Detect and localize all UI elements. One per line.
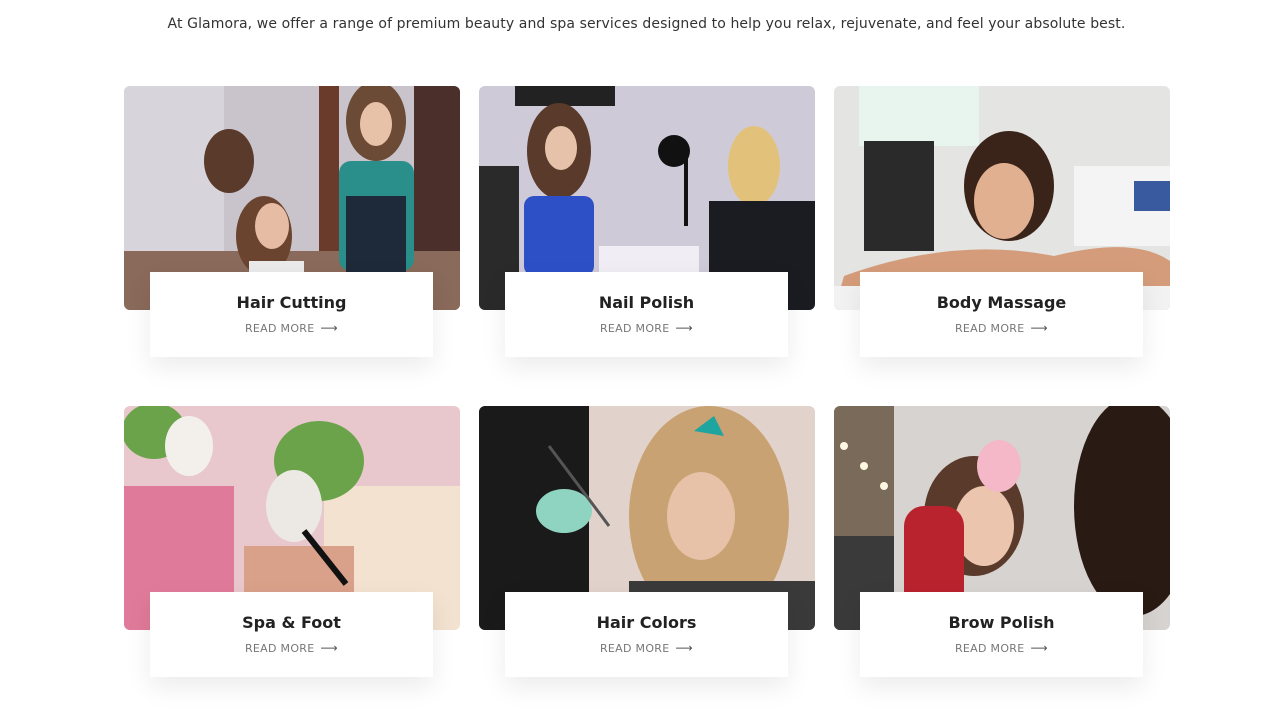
read-more-link[interactable]: READ MORE ⟶: [955, 641, 1048, 655]
read-more-link[interactable]: READ MORE ⟶: [600, 641, 693, 655]
service-title: Body Massage: [936, 293, 1067, 312]
service-card-nail-polish: Nail Polish READ MORE ⟶: [479, 86, 815, 358]
read-more-label: READ MORE: [244, 641, 315, 655]
service-caption: Body Massage READ MORE ⟶: [860, 272, 1143, 357]
arrow-right-icon: ⟶: [320, 641, 339, 655]
service-card-body-massage: Body Massage READ MORE ⟶: [834, 86, 1170, 358]
read-more-link[interactable]: READ MORE ⟶: [245, 321, 338, 335]
read-more-link[interactable]: READ MORE ⟶: [955, 321, 1048, 335]
service-card-hair-colors: Hair Colors READ MORE ⟶: [479, 406, 815, 678]
service-title: Hair Cutting: [236, 293, 347, 312]
service-caption: Hair Cutting READ MORE ⟶: [150, 272, 433, 357]
service-title: Nail Polish: [598, 293, 695, 312]
read-more-label: READ MORE: [599, 641, 670, 655]
service-card-spa-foot: Spa & Foot READ MORE ⟶: [124, 406, 460, 678]
service-card-hair-cutting: Hair Cutting READ MORE ⟶: [124, 86, 460, 358]
read-more-label: READ MORE: [599, 321, 670, 335]
service-title: Hair Colors: [596, 613, 697, 632]
service-caption: Brow Polish READ MORE ⟶: [860, 592, 1143, 677]
read-more-label: READ MORE: [954, 641, 1025, 655]
read-more-label: READ MORE: [244, 321, 315, 335]
service-caption: Spa & Foot READ MORE ⟶: [150, 592, 433, 677]
read-more-link[interactable]: READ MORE ⟶: [245, 641, 338, 655]
arrow-right-icon: ⟶: [675, 321, 694, 335]
service-title: Spa & Foot: [242, 613, 341, 632]
arrow-right-icon: ⟶: [1030, 321, 1049, 335]
arrow-right-icon: ⟶: [675, 641, 694, 655]
service-caption: Nail Polish READ MORE ⟶: [505, 272, 788, 357]
read-more-link[interactable]: READ MORE ⟶: [600, 321, 693, 335]
read-more-label: READ MORE: [954, 321, 1025, 335]
service-caption: Hair Colors READ MORE ⟶: [505, 592, 788, 677]
services-intro: At Glamora, we offer a range of premium …: [167, 16, 1126, 32]
service-card-brow-polish: Brow Polish READ MORE ⟶: [834, 406, 1170, 678]
service-title: Brow Polish: [948, 613, 1055, 632]
arrow-right-icon: ⟶: [320, 321, 339, 335]
arrow-right-icon: ⟶: [1030, 641, 1049, 655]
